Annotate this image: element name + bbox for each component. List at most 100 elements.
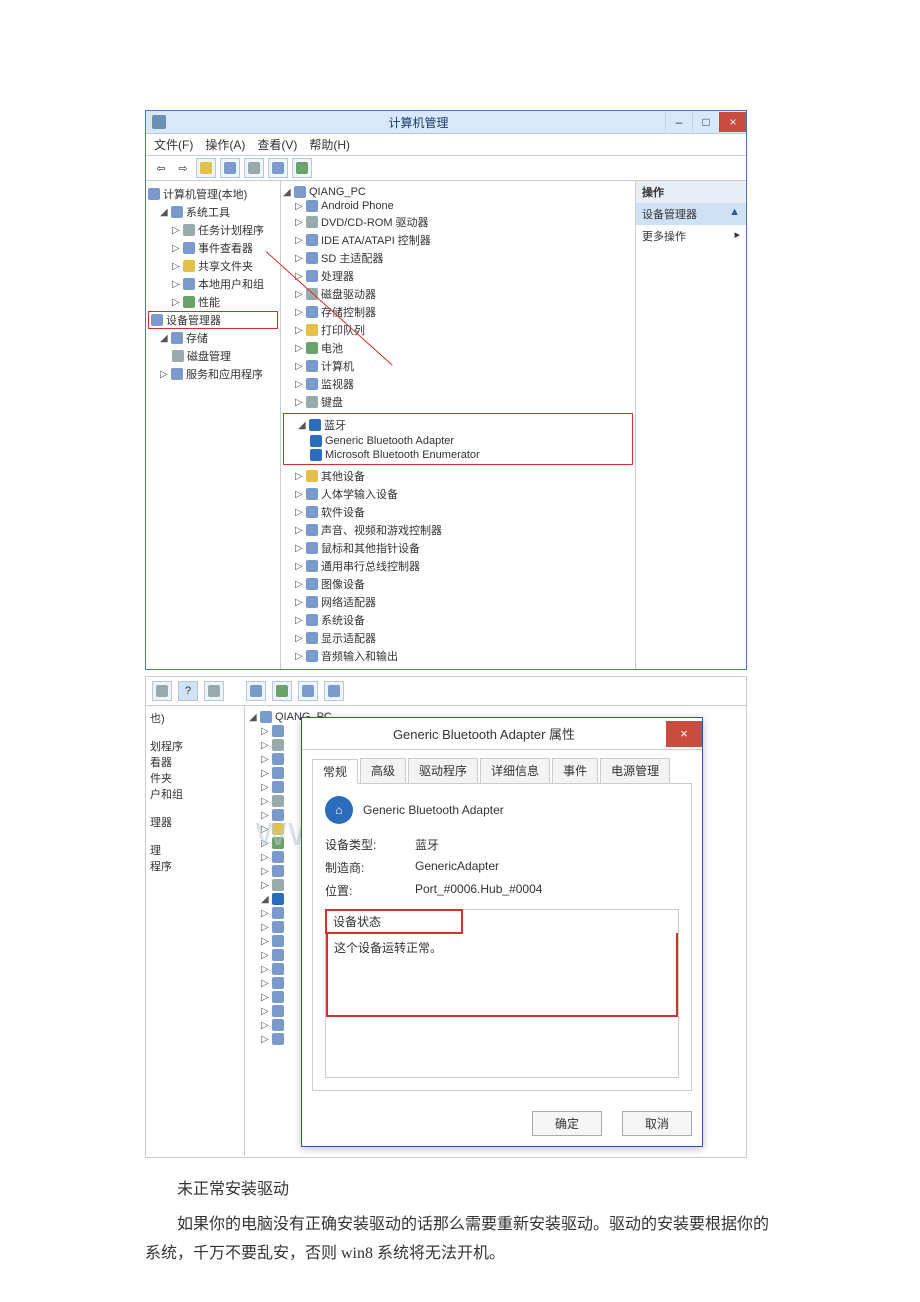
device-cat[interactable]: ▷存储控制器 — [283, 303, 633, 321]
frag-row: 程序 — [150, 858, 240, 874]
toolbar-btn[interactable] — [246, 681, 266, 701]
generic-icon — [272, 935, 284, 947]
tree-device-manager[interactable]: 设备管理器 — [148, 311, 278, 329]
row-location: 位置: Port_#0006.Hub_#0004 — [325, 882, 679, 899]
toolbar-btn[interactable] — [298, 681, 318, 701]
toolbar-btn-1[interactable] — [196, 158, 216, 178]
tree-item[interactable]: ▷任务计划程序 — [148, 221, 278, 239]
tab-driver[interactable]: 驱动程序 — [408, 758, 478, 783]
close-button[interactable]: × — [719, 112, 746, 132]
device-bluetooth[interactable]: ◢蓝牙 — [286, 416, 630, 434]
device-cat[interactable]: ▷声音、视频和游戏控制器 — [283, 521, 633, 539]
toolbar-btn-2[interactable] — [220, 158, 240, 178]
generic-icon — [272, 809, 284, 821]
toolbar-btn[interactable] — [152, 681, 172, 701]
computer-node-icon — [306, 360, 318, 372]
frag-row: 件夹 — [150, 770, 240, 786]
device-cat[interactable]: ▷其他设备 — [283, 467, 633, 485]
device-cat[interactable]: ▷Android Phone — [283, 199, 633, 213]
row-type: 设备类型: 蓝牙 — [325, 836, 679, 853]
device-cat[interactable]: ▷图像设备 — [283, 575, 633, 593]
toolbar-btn-4[interactable] — [268, 158, 288, 178]
device-cat[interactable]: ▷网络适配器 — [283, 593, 633, 611]
tree-item[interactable]: ▷事件查看器 — [148, 239, 278, 257]
cancel-button[interactable]: 取消 — [622, 1111, 692, 1136]
device-bt-adapter[interactable]: Generic Bluetooth Adapter — [286, 434, 630, 448]
tree-root[interactable]: 计算机管理(本地) — [148, 185, 278, 203]
tree-storage[interactable]: ◢存储 — [148, 329, 278, 347]
minimize-button[interactable]: – — [665, 112, 692, 132]
toolbar-btn-5[interactable] — [292, 158, 312, 178]
device-root[interactable]: ◢QIANG_PC — [283, 185, 633, 199]
frag-row: 也) — [150, 710, 240, 726]
device-cat[interactable]: ▷DVD/CD-ROM 驱动器 — [283, 213, 633, 231]
tree-services[interactable]: ▷服务和应用程序 — [148, 365, 278, 383]
event-icon — [183, 242, 195, 254]
usb-icon — [306, 560, 318, 572]
menu-view[interactable]: 查看(V) — [257, 136, 297, 153]
menu-help[interactable]: 帮助(H) — [309, 136, 350, 153]
device-cat[interactable]: ▷电池 — [283, 339, 633, 357]
tree-item[interactable]: ▷性能 — [148, 293, 278, 311]
pc-icon — [260, 711, 272, 723]
device-cat[interactable]: ▷软件设备 — [283, 503, 633, 521]
toolbar-btn[interactable] — [272, 681, 292, 701]
paragraph: 如果你的电脑没有正确安装驱动的话那么需要重新安装驱动。驱动的安装要根据你的系统，… — [145, 1211, 775, 1269]
tab-details[interactable]: 详细信息 — [480, 758, 550, 783]
tab-general[interactable]: 常规 — [312, 759, 358, 784]
tree-system-tools[interactable]: ◢系统工具 — [148, 203, 278, 221]
device-cat[interactable]: ▷磁盘驱动器 — [283, 285, 633, 303]
maximize-button[interactable]: □ — [692, 112, 719, 132]
device-cat[interactable]: ▷通用串行总线控制器 — [283, 557, 633, 575]
tab-events[interactable]: 事件 — [552, 758, 598, 783]
device-status-group: 设备状态 这个设备运转正常。 — [325, 909, 679, 1078]
window-buttons: – □ × — [665, 112, 746, 132]
device-cat[interactable]: ▷SD 主适配器 — [283, 249, 633, 267]
dialog-close-button[interactable]: × — [666, 721, 702, 747]
device-cat[interactable]: ▷人体学输入设备 — [283, 485, 633, 503]
value-loc: Port_#0006.Hub_#0004 — [415, 882, 542, 899]
device-cat[interactable]: ▷显示适配器 — [283, 629, 633, 647]
generic-icon — [272, 977, 284, 989]
properties-screenshot: www.bdocx.com ? 也) 划程序 看器 件夹 户和组 理器 理 程序 — [145, 676, 747, 1158]
device-cat[interactable]: ▷打印队列 — [283, 321, 633, 339]
generic-icon — [272, 725, 284, 737]
forward-button[interactable]: ⇨ — [174, 159, 192, 177]
device-cat[interactable]: ▷计算机 — [283, 357, 633, 375]
menu-action[interactable]: 操作(A) — [205, 136, 245, 153]
more-actions[interactable]: 更多操作 ▸ — [636, 225, 746, 247]
storage-icon — [171, 332, 183, 344]
sd-icon — [306, 252, 318, 264]
tree-disk-mgmt[interactable]: 磁盘管理 — [148, 347, 278, 365]
frag-row: 划程序 — [150, 738, 240, 754]
tab-power[interactable]: 电源管理 — [600, 758, 670, 783]
device-status-text: 这个设备运转正常。 — [326, 933, 678, 1017]
services-icon — [171, 368, 183, 380]
toolbar-btn[interactable] — [324, 681, 344, 701]
computer-management-window: 计算机管理 – □ × 文件(F) 操作(A) 查看(V) 帮助(H) ⇦ ⇨ — [145, 110, 747, 670]
tab-advanced[interactable]: 高级 — [360, 758, 406, 783]
device-bt-enum[interactable]: Microsoft Bluetooth Enumerator — [286, 448, 630, 462]
imaging-icon — [306, 578, 318, 590]
toolbar-btn-3[interactable] — [244, 158, 264, 178]
monitor-icon — [306, 378, 318, 390]
toolbar-btn[interactable]: ? — [178, 681, 198, 701]
device-cat[interactable]: ▷IDE ATA/ATAPI 控制器 — [283, 231, 633, 249]
tree-item[interactable]: ▷共享文件夹 — [148, 257, 278, 275]
label-type: 设备类型: — [325, 836, 415, 853]
device-cat[interactable]: ▷鼠标和其他指针设备 — [283, 539, 633, 557]
device-cat[interactable]: ▷键盘 — [283, 393, 633, 411]
tree-item[interactable]: ▷本地用户和组 — [148, 275, 278, 293]
device-cat[interactable]: ▷监视器 — [283, 375, 633, 393]
value-type: 蓝牙 — [415, 836, 439, 853]
device-cat[interactable]: ▷系统设备 — [283, 611, 633, 629]
generic-icon — [272, 739, 284, 751]
menu-file[interactable]: 文件(F) — [154, 136, 193, 153]
back-button[interactable]: ⇦ — [152, 159, 170, 177]
device-name: Generic Bluetooth Adapter — [363, 803, 504, 817]
toolbar-btn[interactable] — [204, 681, 224, 701]
device-cat[interactable]: ▷音频输入和输出 — [283, 647, 633, 665]
dialog-titlebar: Generic Bluetooth Adapter 属性 × — [302, 718, 702, 750]
ok-button[interactable]: 确定 — [532, 1111, 602, 1136]
device-cat[interactable]: ▷处理器 — [283, 267, 633, 285]
